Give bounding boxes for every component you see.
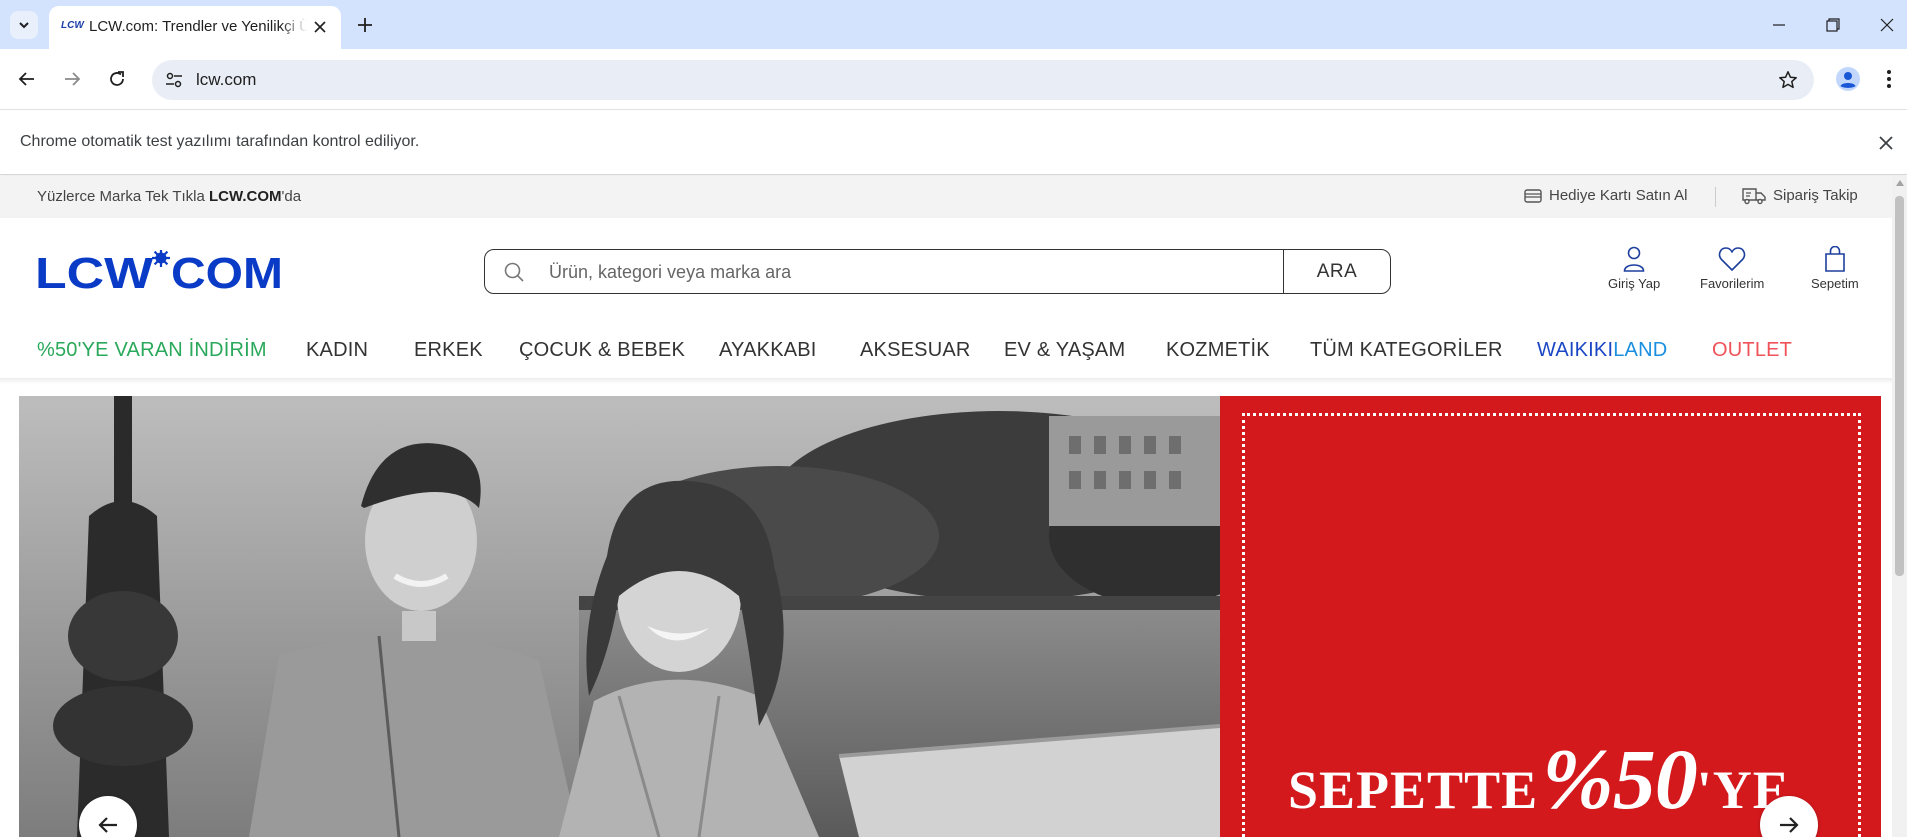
tab-search-button[interactable] [10,11,38,39]
promo-topbar: Yüzlerce Marka Tek Tıkla LCW.COM'da Hedi… [0,176,1892,218]
svg-text:COM: COM [171,250,283,292]
menu-item-cosmetics[interactable]: KOZMETİK [1166,338,1270,362]
menu-item-women[interactable]: KADIN [306,338,368,362]
reload-icon [110,71,124,86]
tab-title: LCW.com: Trendler ve Yenilikçi Ürünler [89,18,307,35]
restore-button[interactable] [1810,10,1856,40]
svg-text:LCW: LCW [35,250,154,292]
hero-couple-photo [19,396,1220,837]
login-label: Giriş Yap [1608,276,1661,291]
minimize-button[interactable] [1756,10,1802,40]
waikiki-text: WAIKIKI [1537,339,1614,361]
tab-search-icon [19,22,29,29]
plus-icon [358,18,372,32]
reload-button[interactable] [101,63,133,95]
site-settings-button[interactable] [162,68,186,92]
gift-card-link[interactable]: Hediye Kartı Satın Al [1524,186,1687,206]
arrow-right-icon [1780,817,1799,833]
hero-banner-photo[interactable] [19,396,1220,837]
back-arrow-icon [18,72,34,86]
page-viewport: Yüzlerce Marka Tek Tıkla LCW.COM'da Hedi… [0,176,1892,837]
menu-item-waikikiland[interactable]: WAIKIKILAND [1537,338,1667,362]
page-scrollbar[interactable] [1892,176,1907,837]
favorites-button[interactable]: Favorilerim [1700,246,1764,291]
close-icon [1879,136,1893,150]
menu-item-accessories[interactable]: AKSESUAR [860,338,971,362]
profile-button[interactable] [1832,63,1864,95]
land-text: LAND [1613,339,1668,361]
site-settings-icon [166,72,182,88]
logo-star-icon [152,249,170,267]
automation-infobar: Chrome otomatik test yazılımı tarafından… [0,109,1907,175]
cart-button[interactable]: Sepetim [1811,246,1859,291]
topbar-separator [1715,187,1716,207]
back-button[interactable] [11,63,43,95]
browser-tab-strip: LCW LCW.com: Trendler ve Yenilikçi Ürünl… [0,0,1907,49]
menu-item-all-categories[interactable]: TÜM KATEGORİLER [1310,338,1503,362]
category-menu: %50'YE VARAN İNDİRİM KADIN ERKEK ÇOCUK &… [0,318,1892,378]
site-header: LCW COM ARA Giriş Yap Favorilerim Sepeti… [0,218,1892,318]
topbar-promo-text: Yüzlerce Marka Tek Tıkla LCW.COM'da [37,188,301,206]
browser-toolbar: lcw.com [0,49,1907,109]
promo-word-sepette: SEPETTE [1288,760,1539,820]
login-button[interactable]: Giriş Yap [1608,246,1660,291]
menu-item-shoes[interactable]: AYAKKABI [719,338,817,362]
scrollbar-thumb[interactable] [1895,196,1904,576]
close-icon [1880,18,1894,32]
menu-item-discount[interactable]: %50'YE VARAN İNDİRİM [37,338,267,362]
cart-label: Sepetim [1811,276,1859,291]
tab-close-button[interactable] [311,18,329,36]
order-tracking-label: Sipariş Takip [1773,187,1858,204]
gift-card-icon [1524,189,1542,203]
user-icon [1623,246,1645,272]
menu-item-men[interactable]: ERKEK [414,338,483,362]
star-icon [1779,71,1797,89]
promo-suffix: 'da [281,188,302,205]
site-search: ARA [484,249,1391,294]
forward-button[interactable] [56,63,88,95]
shopping-bag-icon [1825,246,1845,272]
menu-divider [0,378,1892,384]
infobar-close-button[interactable] [1873,130,1899,156]
close-icon [314,21,326,33]
browser-tab-active[interactable]: LCW LCW.com: Trendler ve Yenilikçi Ürünl… [49,6,341,49]
promo-headline: SEPETTE %50'YE [1288,736,1790,822]
scroll-up-arrow-icon[interactable] [1896,180,1904,186]
menu-item-kids-baby[interactable]: ÇOCUK & BEBEK [519,338,685,362]
order-tracking-link[interactable]: Sipariş Takip [1742,186,1858,206]
profile-icon [1836,67,1860,91]
new-tab-button[interactable] [352,12,378,38]
heart-icon [1718,247,1746,271]
lcw-logo[interactable]: LCW COM [35,249,283,298]
promo-brand: LCW.COM [209,188,282,205]
search-input[interactable] [549,260,1249,284]
forward-arrow-icon [65,72,81,86]
address-bar[interactable]: lcw.com [152,60,1814,100]
lcw-logo-icon: LCW COM [35,249,283,298]
gift-card-label: Hediye Kartı Satın Al [1549,187,1688,204]
hero-banner-promo[interactable]: SEPETTE %50'YE [1220,396,1881,837]
automation-notice-text: Chrome otomatik test yazılımı tarafından… [20,133,420,150]
restore-icon [1826,18,1840,32]
menu-item-home-living[interactable]: EV & YAŞAM [1004,338,1125,362]
menu-item-outlet[interactable]: OUTLET [1712,338,1792,362]
kebab-menu-icon [1887,70,1891,88]
bookmark-button[interactable] [1776,68,1800,92]
truck-icon [1742,188,1766,205]
promo-prefix: Yüzlerce Marka Tek Tıkla [37,188,210,205]
promo-word-percent: %50 [1542,731,1698,827]
search-button[interactable]: ARA [1283,250,1390,293]
favorites-label: Favorilerim [1700,276,1765,291]
minimize-icon [1773,24,1785,26]
search-icon [504,262,524,282]
url-text[interactable]: lcw.com [196,70,256,90]
lcw-favicon-icon: LCW [61,20,84,31]
arrow-left-icon [98,817,117,833]
browser-menu-button[interactable] [1877,63,1901,95]
window-close-button[interactable] [1864,10,1907,40]
